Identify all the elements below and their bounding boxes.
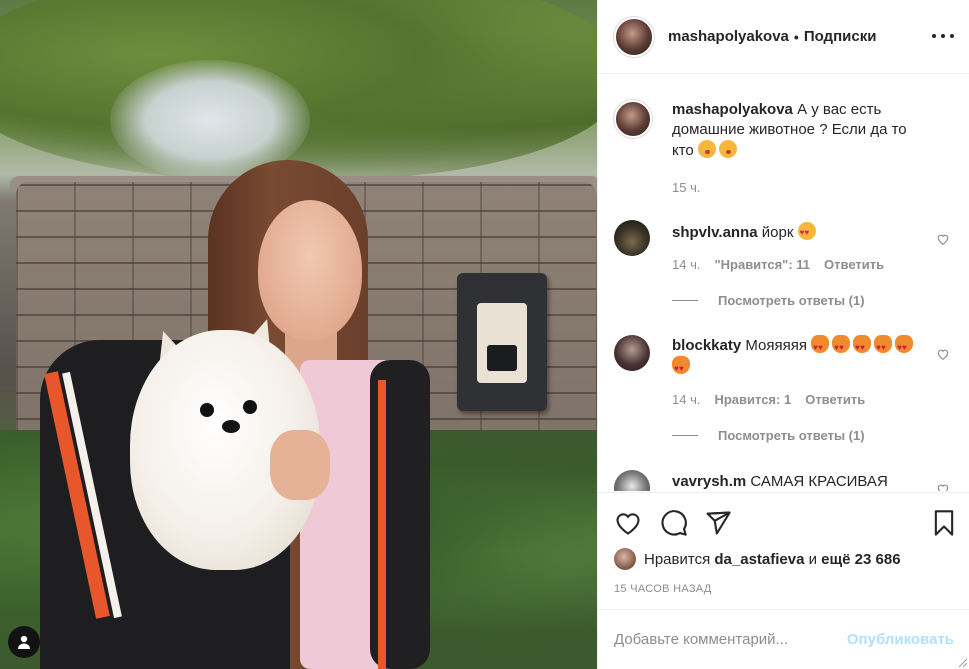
comment-username[interactable]: vavrysh.m bbox=[672, 473, 746, 490]
post-timestamp[interactable]: 15 ЧАСОВ НАЗАД bbox=[614, 583, 712, 595]
comment-item: vavrysh.m САМАЯ КРАСИВАЯ bbox=[614, 470, 954, 491]
comment-username[interactable]: shpvlv.anna bbox=[672, 224, 758, 241]
cat-heart-eyes-icon bbox=[895, 335, 914, 358]
like-heart-icon[interactable] bbox=[614, 509, 642, 537]
post-actions-bar bbox=[598, 492, 969, 552]
post-photo[interactable] bbox=[0, 0, 597, 669]
avatar[interactable] bbox=[614, 16, 654, 57]
publish-button[interactable]: Опубликовать bbox=[847, 631, 954, 648]
caption: mashapolyakova А у вас есть домашние жив… bbox=[614, 100, 954, 220]
like-comment-heart-icon[interactable] bbox=[936, 347, 950, 361]
like-comment-heart-icon[interactable] bbox=[936, 232, 950, 246]
face-savoring-food-icon bbox=[718, 140, 737, 158]
share-send-icon[interactable] bbox=[704, 509, 732, 537]
comment-text: Мояяяяя bbox=[745, 337, 807, 354]
comment-item: blockkaty Мояяяяя 14 ч. Нравится: 1 Отве… bbox=[614, 335, 954, 455]
likes-user[interactable]: da_astafieva bbox=[714, 551, 804, 568]
following-button[interactable]: Подписки bbox=[804, 28, 877, 45]
post-header: mashapolyakova • Подписки bbox=[598, 0, 969, 74]
view-replies-button[interactable]: Посмотреть ответы (1) bbox=[672, 428, 865, 443]
avatar[interactable] bbox=[614, 100, 652, 138]
caption-username[interactable]: mashapolyakova bbox=[672, 101, 793, 118]
comment-time[interactable]: 14 ч. bbox=[672, 257, 700, 272]
photo-tree-foliage bbox=[0, 0, 597, 180]
caption-time[interactable]: 15 ч. bbox=[672, 180, 700, 195]
avatar[interactable] bbox=[614, 548, 636, 570]
user-icon bbox=[18, 635, 30, 649]
photo-person-face bbox=[258, 200, 362, 340]
header-separator: • bbox=[793, 28, 799, 45]
cat-heart-eyes-icon bbox=[811, 335, 830, 358]
comment-item: shpvlv.anna йорк 14 ч. "Нравится": 11 От… bbox=[614, 220, 954, 320]
cat-heart-eyes-icon bbox=[874, 335, 893, 358]
photo-charging-station bbox=[457, 273, 547, 411]
more-dots-icon bbox=[932, 34, 936, 38]
comment-bubble-icon[interactable] bbox=[660, 509, 688, 537]
likes-summary: Нравится da_astafieva и ещё 23 686 bbox=[614, 548, 901, 570]
comment-text: САМАЯ КРАСИВАЯ bbox=[750, 473, 888, 490]
likes-and: и bbox=[808, 550, 817, 568]
bookmark-icon[interactable] bbox=[930, 509, 958, 537]
face-blowing-kiss-icon bbox=[697, 140, 716, 158]
avatar[interactable] bbox=[614, 220, 650, 256]
likes-prefix: Нравится bbox=[644, 550, 711, 568]
comments-list[interactable]: mashapolyakova А у вас есть домашние жив… bbox=[598, 75, 969, 491]
view-replies-button[interactable]: Посмотреть ответы (1) bbox=[672, 293, 865, 308]
comment-username[interactable]: blockkaty bbox=[672, 337, 741, 354]
comment-likes-count[interactable]: Нравится: 1 bbox=[714, 392, 791, 407]
resize-grip-icon bbox=[958, 658, 967, 667]
header-username[interactable]: mashapolyakova bbox=[668, 28, 789, 45]
avatar[interactable] bbox=[614, 335, 650, 371]
likes-count[interactable]: ещё 23 686 bbox=[821, 551, 900, 568]
smiling-face-heart-eyes-icon bbox=[797, 222, 816, 243]
cat-heart-eyes-icon bbox=[853, 335, 872, 358]
post-side-panel: mashapolyakova • Подписки mashapolyakova… bbox=[597, 0, 969, 669]
comment-time[interactable]: 14 ч. bbox=[672, 392, 700, 407]
comment-input[interactable] bbox=[614, 631, 847, 648]
like-comment-heart-icon[interactable] bbox=[936, 482, 950, 491]
reply-button[interactable]: Ответить bbox=[824, 257, 884, 272]
reply-button[interactable]: Ответить bbox=[805, 392, 865, 407]
cat-heart-eyes-icon bbox=[672, 356, 690, 379]
comment-text: йорк bbox=[761, 224, 794, 241]
add-comment-bar: Опубликовать bbox=[598, 609, 969, 669]
avatar[interactable] bbox=[614, 470, 650, 491]
cat-heart-eyes-icon bbox=[832, 335, 851, 358]
more-options-button[interactable] bbox=[932, 26, 954, 46]
comment-likes-count[interactable]: "Нравится": 11 bbox=[714, 257, 810, 272]
tagged-users-button[interactable] bbox=[8, 626, 40, 658]
